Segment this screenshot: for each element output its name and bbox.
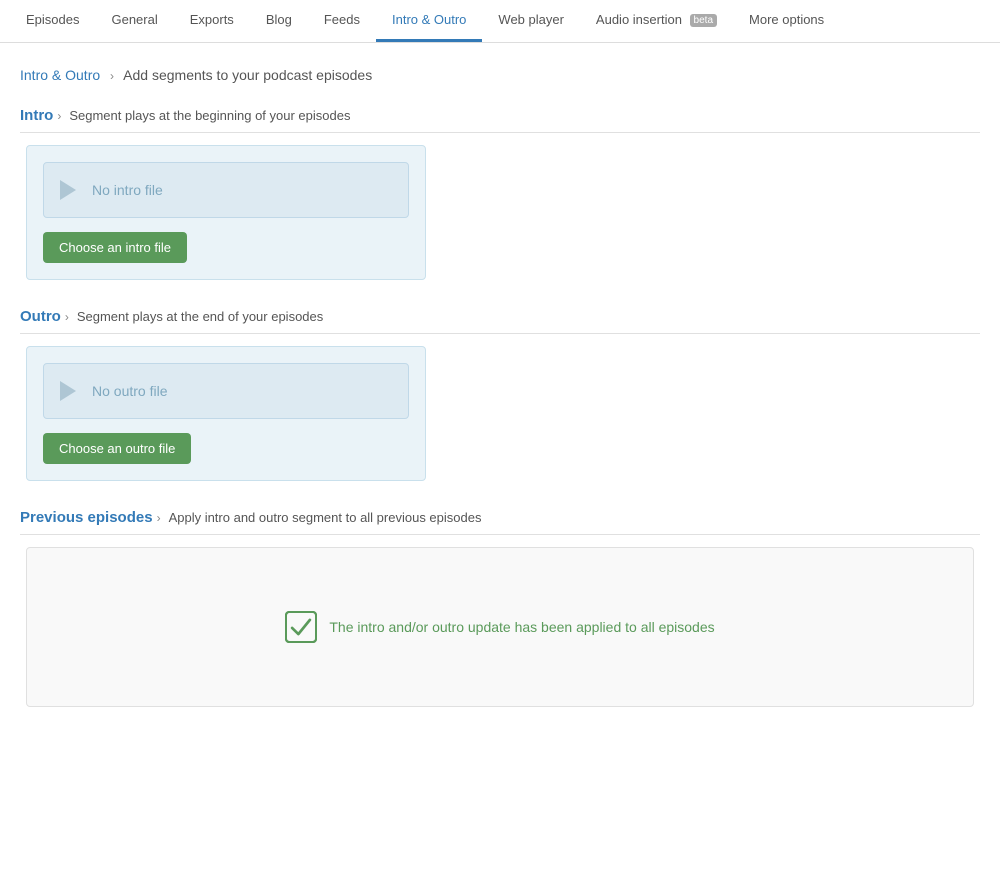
tab-episodes[interactable]: Episodes	[10, 0, 95, 42]
intro-play-icon	[60, 180, 76, 200]
main-content: Intro & Outro › Add segments to your pod…	[0, 43, 1000, 731]
tab-more-options[interactable]: More options	[733, 0, 840, 42]
tab-web-player[interactable]: Web player	[482, 0, 580, 42]
intro-arrow: ›	[57, 109, 61, 123]
choose-outro-button[interactable]: Choose an outro file	[43, 433, 191, 464]
previous-arrow: ›	[157, 511, 161, 525]
checkmark-icon	[285, 611, 317, 643]
breadcrumb: Intro & Outro › Add segments to your pod…	[20, 67, 980, 83]
tab-audio-insertion[interactable]: Audio insertion beta	[580, 0, 733, 42]
outro-section-header: Outro › Segment plays at the end of your…	[20, 308, 980, 334]
beta-badge: beta	[690, 14, 717, 27]
outro-section: Outro › Segment plays at the end of your…	[20, 308, 980, 481]
outro-desc: Segment plays at the end of your episode…	[77, 309, 323, 324]
outro-player-box: No outro file Choose an outro file	[26, 346, 426, 481]
previous-box: The intro and/or outro update has been a…	[26, 547, 974, 707]
previous-section-header: Previous episodes › Apply intro and outr…	[20, 509, 980, 535]
page-wrapper: Episodes General Exports Blog Feeds Intr…	[0, 0, 1000, 893]
outro-play-icon	[60, 381, 76, 401]
success-text: The intro and/or outro update has been a…	[329, 619, 714, 635]
tab-general[interactable]: General	[95, 0, 173, 42]
previous-content: The intro and/or outro update has been a…	[20, 547, 980, 707]
success-message: The intro and/or outro update has been a…	[285, 611, 714, 643]
outro-player: No outro file	[43, 363, 409, 419]
previous-desc: Apply intro and outro segment to all pre…	[169, 510, 482, 525]
intro-no-file-text: No intro file	[92, 182, 163, 198]
breadcrumb-separator: ›	[110, 69, 114, 83]
intro-section: Intro › Segment plays at the beginning o…	[20, 107, 980, 280]
outro-title: Outro	[20, 308, 61, 325]
breadcrumb-subtitle: Add segments to your podcast episodes	[123, 67, 372, 83]
intro-player: No intro file	[43, 162, 409, 218]
outro-arrow: ›	[65, 310, 69, 324]
tab-intro-outro[interactable]: Intro & Outro	[376, 0, 482, 42]
tab-exports[interactable]: Exports	[174, 0, 250, 42]
outro-content: No outro file Choose an outro file	[20, 346, 980, 481]
intro-desc: Segment plays at the beginning of your e…	[69, 108, 350, 123]
breadcrumb-link[interactable]: Intro & Outro	[20, 67, 100, 83]
tab-blog[interactable]: Blog	[250, 0, 308, 42]
intro-section-header: Intro › Segment plays at the beginning o…	[20, 107, 980, 133]
tabs-bar: Episodes General Exports Blog Feeds Intr…	[0, 0, 1000, 43]
intro-title: Intro	[20, 107, 53, 124]
previous-episodes-section: Previous episodes › Apply intro and outr…	[20, 509, 980, 707]
intro-content: No intro file Choose an intro file	[20, 145, 980, 280]
previous-title: Previous episodes	[20, 509, 153, 526]
tab-feeds[interactable]: Feeds	[308, 0, 376, 42]
intro-player-box: No intro file Choose an intro file	[26, 145, 426, 280]
outro-no-file-text: No outro file	[92, 383, 167, 399]
choose-intro-button[interactable]: Choose an intro file	[43, 232, 187, 263]
